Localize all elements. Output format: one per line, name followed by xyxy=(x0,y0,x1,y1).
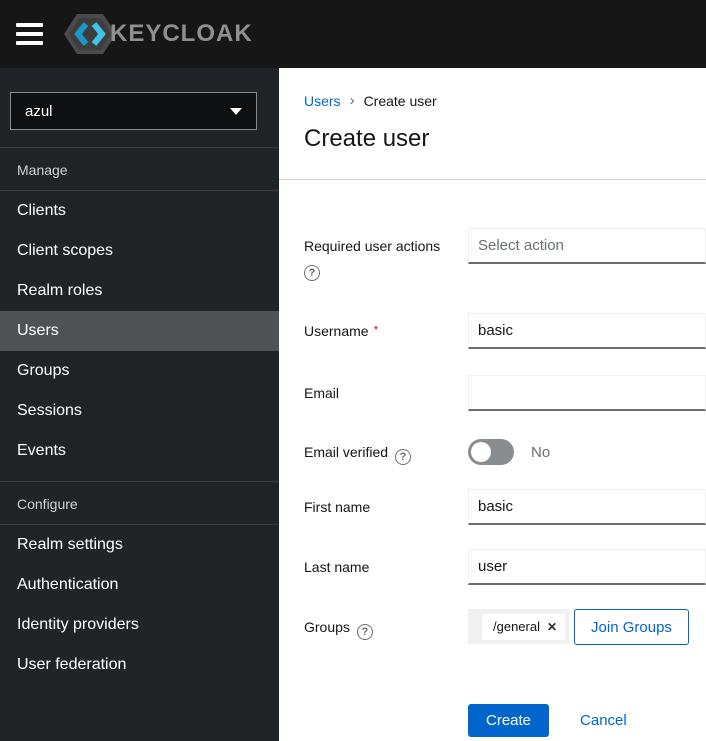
realm-selector-dropdown[interactable]: azul xyxy=(10,92,257,130)
sidebar-item-groups[interactable]: Groups xyxy=(0,351,279,391)
email-label: Email xyxy=(304,385,340,401)
breadcrumb-separator-icon: › xyxy=(349,92,355,109)
sidebar-item-users[interactable]: Users xyxy=(0,311,279,351)
form-row-email: Email xyxy=(304,375,706,411)
sidebar-item-identity-providers[interactable]: Identity providers xyxy=(0,605,279,645)
breadcrumb-link-users[interactable]: Users xyxy=(304,93,341,109)
sidebar-item-authentication[interactable]: Authentication xyxy=(0,565,279,605)
first-name-label: First name xyxy=(304,499,371,515)
username-field[interactable] xyxy=(468,313,706,349)
sidebar-item-events[interactable]: Events xyxy=(0,431,279,471)
create-user-form: Required user actions ? Username * Email xyxy=(279,180,706,738)
nav-section-manage: Manage xyxy=(17,162,68,178)
nav-toggle-hamburger-icon[interactable] xyxy=(16,18,44,50)
chip-remove-icon[interactable]: ✕ xyxy=(547,621,557,633)
required-asterisk: * xyxy=(373,323,379,337)
keycloak-logo: KEYCLOAK xyxy=(64,12,253,56)
required-user-actions-label: Required user actions xyxy=(304,238,441,254)
email-verified-toggle[interactable] xyxy=(468,439,514,465)
nav-section-configure: Configure xyxy=(17,496,78,512)
realm-selector-value: azul xyxy=(25,102,53,120)
sidebar: azul Manage Clients Client scopes Realm … xyxy=(0,68,279,741)
sidebar-item-client-scopes[interactable]: Client scopes xyxy=(0,231,279,271)
help-icon[interactable]: ? xyxy=(356,624,373,640)
join-groups-button[interactable]: Join Groups xyxy=(574,609,689,645)
form-row-groups: Groups? /general ✕ Join Groups xyxy=(304,609,706,645)
create-button[interactable]: Create xyxy=(468,703,550,737)
app-header: KEYCLOAK xyxy=(0,0,706,68)
breadcrumb-current: Create user xyxy=(363,92,437,109)
form-row-last-name: Last name xyxy=(304,549,706,585)
breadcrumb: Users › Create user xyxy=(279,68,706,109)
last-name-label: Last name xyxy=(304,559,370,575)
main-content: Users › Create user Create user Required… xyxy=(279,68,706,741)
groups-label: Groups xyxy=(304,619,350,635)
form-row-email-verified: Email verified? No xyxy=(304,434,706,470)
last-name-field[interactable] xyxy=(468,549,706,585)
page-title: Create user xyxy=(304,125,430,152)
group-chip-label: /general xyxy=(493,619,540,634)
form-row-required-user-actions: Required user actions ? xyxy=(304,228,706,281)
email-verified-state: No xyxy=(531,443,551,461)
sidebar-item-sessions[interactable]: Sessions xyxy=(0,391,279,431)
sidebar-item-user-federation[interactable]: User federation xyxy=(0,645,279,685)
groups-chip-group: /general ✕ xyxy=(468,609,570,644)
caret-down-icon xyxy=(230,107,242,115)
cancel-link[interactable]: Cancel xyxy=(580,712,627,729)
brand-name: KEYCLOAK xyxy=(110,20,253,47)
email-verified-label: Email verified xyxy=(304,444,389,460)
first-name-field[interactable] xyxy=(468,489,706,525)
email-field[interactable] xyxy=(468,375,706,411)
form-row-username: Username * xyxy=(304,313,706,349)
required-user-actions-select[interactable] xyxy=(468,228,706,264)
group-chip: /general ✕ xyxy=(482,613,566,640)
username-label: Username xyxy=(304,323,369,339)
sidebar-item-realm-settings[interactable]: Realm settings xyxy=(0,525,279,565)
help-icon[interactable]: ? xyxy=(304,265,320,281)
sidebar-item-realm-roles[interactable]: Realm roles xyxy=(0,271,279,311)
form-row-first-name: First name xyxy=(304,489,706,525)
form-actions: Create Cancel xyxy=(304,702,706,738)
sidebar-item-clients[interactable]: Clients xyxy=(0,191,279,231)
help-icon[interactable]: ? xyxy=(395,449,412,465)
toggle-knob xyxy=(471,442,491,462)
keycloak-hexagon-icon xyxy=(64,12,116,56)
